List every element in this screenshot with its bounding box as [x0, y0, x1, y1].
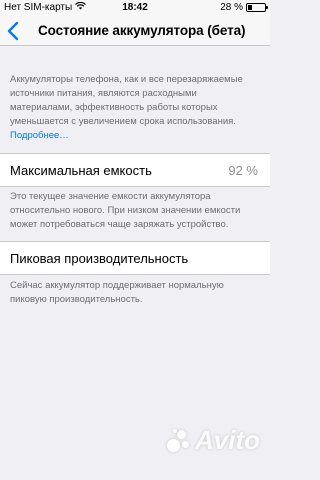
battery-icon [246, 3, 268, 12]
avito-logo-icon [167, 428, 191, 453]
avito-watermark: Avito [167, 425, 260, 456]
max-capacity-label: Максимальная емкость [10, 163, 152, 178]
peak-performance-footer: Сейчас аккумулятор поддерживает нормальн… [10, 280, 224, 305]
info-text: Аккумуляторы телефона, как и все перезар… [10, 74, 243, 127]
status-bar: Нет SIM-карты 18:42 28 % [0, 0, 270, 16]
watermark-text: Avito [195, 425, 260, 455]
max-capacity-footer: Это текущее значение емкости аккумулятор… [10, 191, 241, 230]
battery-fill [248, 5, 253, 10]
back-button[interactable] [6, 20, 22, 42]
navigation-bar: Состояние аккумулятора (бета) [0, 16, 270, 46]
page-title: Состояние аккумулятора (бета) [38, 23, 246, 38]
max-capacity-value: 92 % [228, 163, 258, 178]
max-capacity-cell: Максимальная емкость 92 % [0, 153, 270, 187]
info-description: Аккумуляторы телефона, как и все перезар… [10, 73, 260, 143]
battery-percent: 28 % [220, 2, 243, 13]
peak-performance-cell: Пиковая производительность [0, 241, 270, 275]
status-right: 28 % [220, 2, 268, 13]
more-link[interactable]: Подробнее… [10, 130, 69, 141]
chevron-left-icon [7, 21, 19, 41]
peak-performance-label: Пиковая производительность [10, 251, 189, 266]
